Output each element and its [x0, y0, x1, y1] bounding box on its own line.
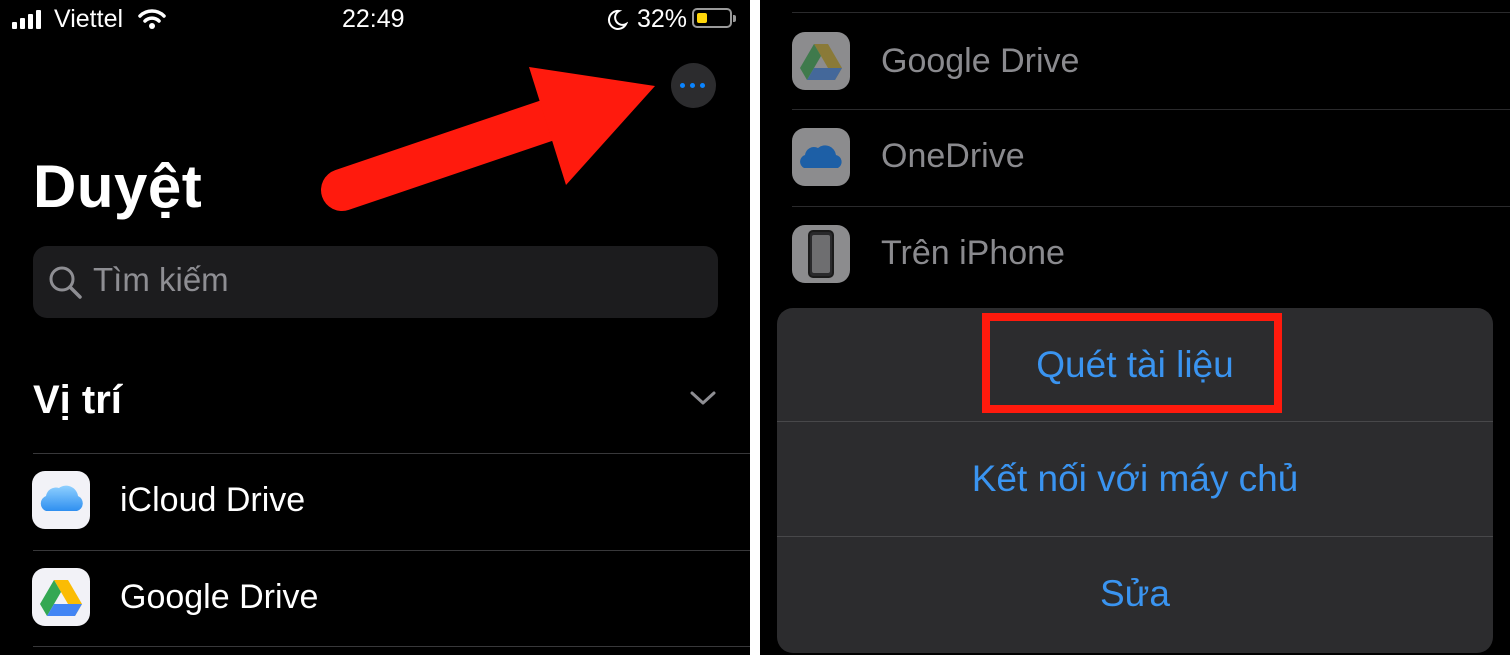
location-label: OneDrive: [881, 137, 1025, 175]
location-label: Google Drive: [881, 42, 1080, 80]
google-drive-icon: [32, 568, 90, 626]
files-action-sheet-screen: Google Drive OneDrive Trên iPhone Quét t…: [760, 0, 1510, 655]
divider: [792, 109, 1510, 110]
files-browse-screen: Viettel 22:49 32% Duyệt Tìm kiếm Vị trí: [0, 0, 750, 655]
icloud-icon: [32, 471, 90, 529]
search-field[interactable]: Tìm kiếm: [33, 246, 718, 318]
divider: [33, 550, 750, 551]
search-placeholder: Tìm kiếm: [93, 261, 229, 298]
location-label: Google Drive: [120, 578, 319, 616]
location-item-onedrive[interactable]: OneDrive: [760, 109, 1510, 206]
location-item-google-drive[interactable]: Google Drive: [0, 550, 750, 647]
search-icon: [49, 266, 82, 299]
edit-option[interactable]: Sửa: [777, 537, 1493, 651]
divider: [33, 646, 750, 647]
connect-to-server-option[interactable]: Kết nối với máy chủ: [777, 422, 1493, 536]
section-title-locations: Vị trí: [33, 378, 122, 422]
more-options-button[interactable]: [671, 63, 716, 108]
annotation-highlight-box: [982, 313, 1282, 413]
page-title: Duyệt: [33, 153, 203, 220]
location-item-icloud[interactable]: iCloud Drive: [0, 453, 750, 550]
divider: [792, 206, 1510, 207]
ellipsis-icon: [680, 83, 705, 88]
location-item-on-iphone[interactable]: Trên iPhone: [760, 206, 1510, 303]
google-drive-icon: [792, 32, 850, 90]
location-item-google-drive[interactable]: Google Drive: [760, 12, 1510, 109]
iphone-icon: [792, 225, 850, 283]
onedrive-icon: [792, 128, 850, 186]
chevron-down-icon[interactable]: [688, 388, 718, 408]
location-label: Trên iPhone: [881, 234, 1065, 272]
divider: [33, 453, 750, 454]
location-label: iCloud Drive: [120, 481, 306, 519]
